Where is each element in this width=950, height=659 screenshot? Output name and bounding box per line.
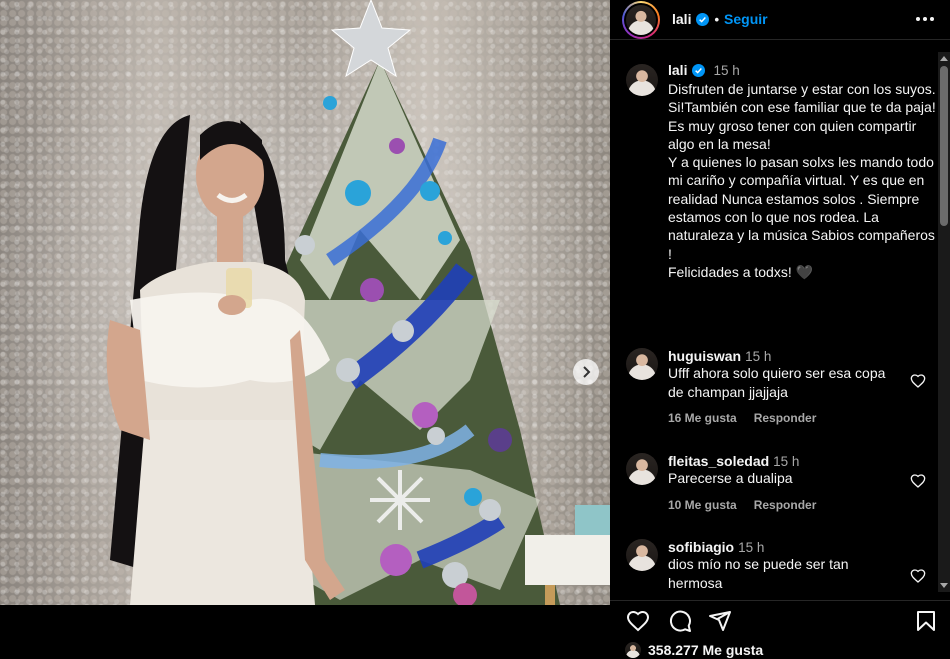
story-ring[interactable] <box>622 1 660 39</box>
scroll-up-icon[interactable] <box>940 56 948 61</box>
post-side-panel: lali • Seguir lali 15 h Disfruten de jun… <box>610 0 950 659</box>
share-icon[interactable] <box>708 609 732 633</box>
comment-text: Ufff ahora solo quiero ser esa copa de c… <box>668 365 886 400</box>
comment-username[interactable]: huguiswan <box>668 348 741 364</box>
header-username[interactable]: lali <box>672 11 691 27</box>
caption-time[interactable]: 15 h <box>713 63 739 78</box>
avatar[interactable] <box>626 64 658 96</box>
avatar[interactable] <box>626 453 658 485</box>
heart-icon[interactable] <box>626 609 650 633</box>
post-photo-illustration <box>0 0 610 605</box>
comment-username[interactable]: fleitas_soledad <box>668 453 769 469</box>
post-actions-bar <box>610 600 950 640</box>
post-header: lali • Seguir <box>610 0 950 40</box>
heart-icon[interactable] <box>910 568 926 584</box>
bookmark-icon[interactable] <box>914 609 938 633</box>
comment-likes[interactable]: 16 Me gusta <box>668 411 737 425</box>
likes-summary[interactable]: 358.277 Me gusta <box>624 640 763 659</box>
next-image-button[interactable] <box>573 359 599 385</box>
scrollbar-thumb[interactable] <box>940 66 948 226</box>
scroll-down-icon[interactable] <box>940 583 948 588</box>
dot-separator: • <box>714 11 720 27</box>
comment-time[interactable]: 15 h <box>745 349 771 364</box>
avatar[interactable] <box>626 348 658 380</box>
heart-icon[interactable] <box>910 473 926 489</box>
header-user: lali • Seguir <box>672 11 768 27</box>
comments-scroll-area[interactable]: lali 15 h Disfruten de juntarse y estar … <box>610 52 950 592</box>
post-photo <box>0 0 610 605</box>
more-icon[interactable] <box>916 10 934 28</box>
verified-icon <box>692 63 706 77</box>
comment-text: Parecerse a dualipa <box>668 470 793 486</box>
follow-button[interactable]: Seguir <box>724 11 768 27</box>
comment-icon[interactable] <box>668 609 692 633</box>
verified-icon <box>696 12 710 26</box>
next-arrow-icon <box>583 366 591 378</box>
avatar <box>624 640 642 659</box>
comment-likes[interactable]: 10 Me gusta <box>668 498 737 512</box>
comment-time[interactable]: 15 h <box>738 540 764 555</box>
heart-icon[interactable] <box>910 373 926 389</box>
caption-text: Disfruten de juntarse y estar con los su… <box>668 81 936 280</box>
comment-username[interactable]: sofibiagio <box>668 539 734 555</box>
reply-button[interactable]: Responder <box>754 411 817 425</box>
reply-button[interactable]: Responder <box>754 498 817 512</box>
photo-bottom-bar <box>0 605 610 659</box>
avatar <box>626 5 656 35</box>
comment-text: dios mío no se puede ser tan hermosa <box>668 556 849 591</box>
comment-time[interactable]: 15 h <box>773 454 799 469</box>
avatar[interactable] <box>626 539 658 571</box>
likes-label[interactable]: Me gusta <box>703 642 764 658</box>
caption-username[interactable]: lali <box>668 62 687 78</box>
likes-count[interactable]: 358.277 <box>648 642 699 658</box>
scrollbar[interactable] <box>938 52 950 592</box>
